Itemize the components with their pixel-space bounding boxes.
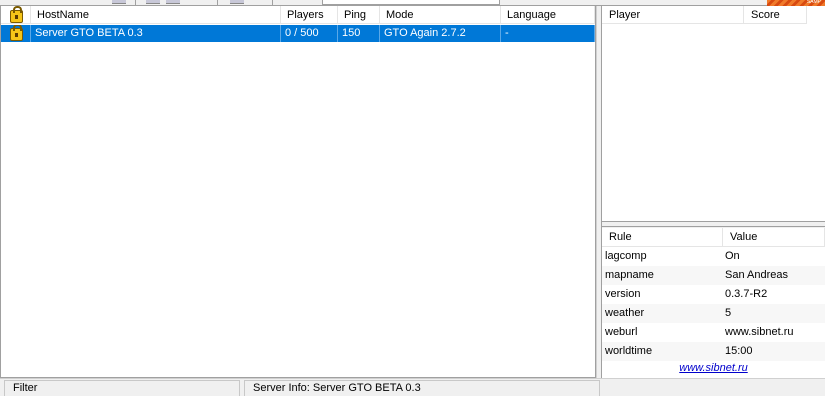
column-header-score[interactable]: Score — [744, 6, 807, 24]
status-bar: Filter Server Info: Server GTO BETA 0.3 — [0, 378, 825, 396]
server-lock-cell — [1, 25, 31, 42]
rule-value: On — [725, 250, 740, 262]
rule-row[interactable]: lagcomp On — [602, 247, 825, 266]
column-header-value[interactable]: Value — [723, 228, 825, 247]
column-header-rule[interactable]: Rule — [602, 228, 723, 247]
column-header-hostname[interactable]: HostName — [31, 6, 281, 24]
toolbar-separator — [272, 0, 273, 5]
lock-icon — [10, 25, 23, 41]
rule-row[interactable]: weburl www.sibnet.ru — [602, 323, 825, 342]
column-header-ping[interactable]: Ping — [338, 6, 380, 24]
column-header-lock[interactable] — [1, 6, 31, 24]
rule-row[interactable]: version 0.3.7-R2 — [602, 285, 825, 304]
server-ping: 150 — [338, 25, 380, 42]
column-header-mode[interactable]: Mode — [380, 6, 501, 24]
server-hostname: Server GTO BETA 0.3 — [31, 25, 281, 42]
rule-name: worldtime — [605, 345, 653, 357]
server-list[interactable]: HostName Players Ping Mode Language Serv… — [0, 6, 596, 378]
rule-row[interactable]: weather 5 — [602, 304, 825, 323]
server-mode: GTO Again 2.7.2 — [380, 25, 501, 42]
toolbar-separator — [135, 0, 136, 5]
rule-row[interactable]: worldtime 15:00 — [602, 342, 825, 361]
rule-value: www.sibnet.ru — [725, 326, 794, 338]
rule-row[interactable]: mapname San Andreas — [602, 266, 825, 285]
players-list-header: Player Score — [602, 6, 807, 24]
filter-tab[interactable]: Filter — [4, 380, 240, 396]
lock-icon — [10, 6, 23, 23]
rule-value: 5 — [725, 307, 732, 319]
rule-name: weather — [605, 307, 645, 319]
toolbar-separator — [217, 0, 218, 5]
rule-name: lagcomp — [605, 250, 647, 262]
column-header-players[interactable]: Players — [281, 6, 338, 24]
website-link[interactable]: www.sibnet.ru — [602, 362, 825, 374]
column-header-language[interactable]: Language — [501, 6, 595, 24]
toolbar-button-icon[interactable] — [146, 0, 160, 4]
toolbar-address-field[interactable] — [322, 0, 500, 5]
rule-name: mapname — [605, 269, 654, 281]
server-row-selected[interactable]: Server GTO BETA 0.3 0 / 500 150 GTO Agai… — [1, 25, 595, 42]
rules-list-header: Rule Value — [602, 228, 825, 247]
column-header-player[interactable]: Player — [602, 6, 744, 24]
horizontal-splitter[interactable] — [602, 222, 825, 227]
toolbar-button-icon[interactable] — [112, 0, 126, 4]
rule-name: version — [605, 288, 641, 300]
server-info-label: Server Info: Server GTO BETA 0.3 — [244, 380, 600, 396]
players-list[interactable]: Player Score — [602, 6, 825, 222]
rule-value: San Andreas — [725, 269, 788, 281]
rule-name: weburl — [605, 326, 638, 338]
rule-value: 0.3.7-R2 — [725, 288, 768, 300]
rule-value: 15:00 — [725, 345, 753, 357]
server-players: 0 / 500 — [281, 25, 338, 42]
toolbar-button-icon[interactable] — [230, 0, 244, 4]
server-language: - — [501, 25, 595, 42]
server-list-header: HostName Players Ping Mode Language — [1, 6, 595, 24]
toolbar-button-icon[interactable] — [166, 0, 180, 4]
rules-list[interactable]: Rule Value lagcomp On mapname San Andrea… — [602, 228, 825, 378]
